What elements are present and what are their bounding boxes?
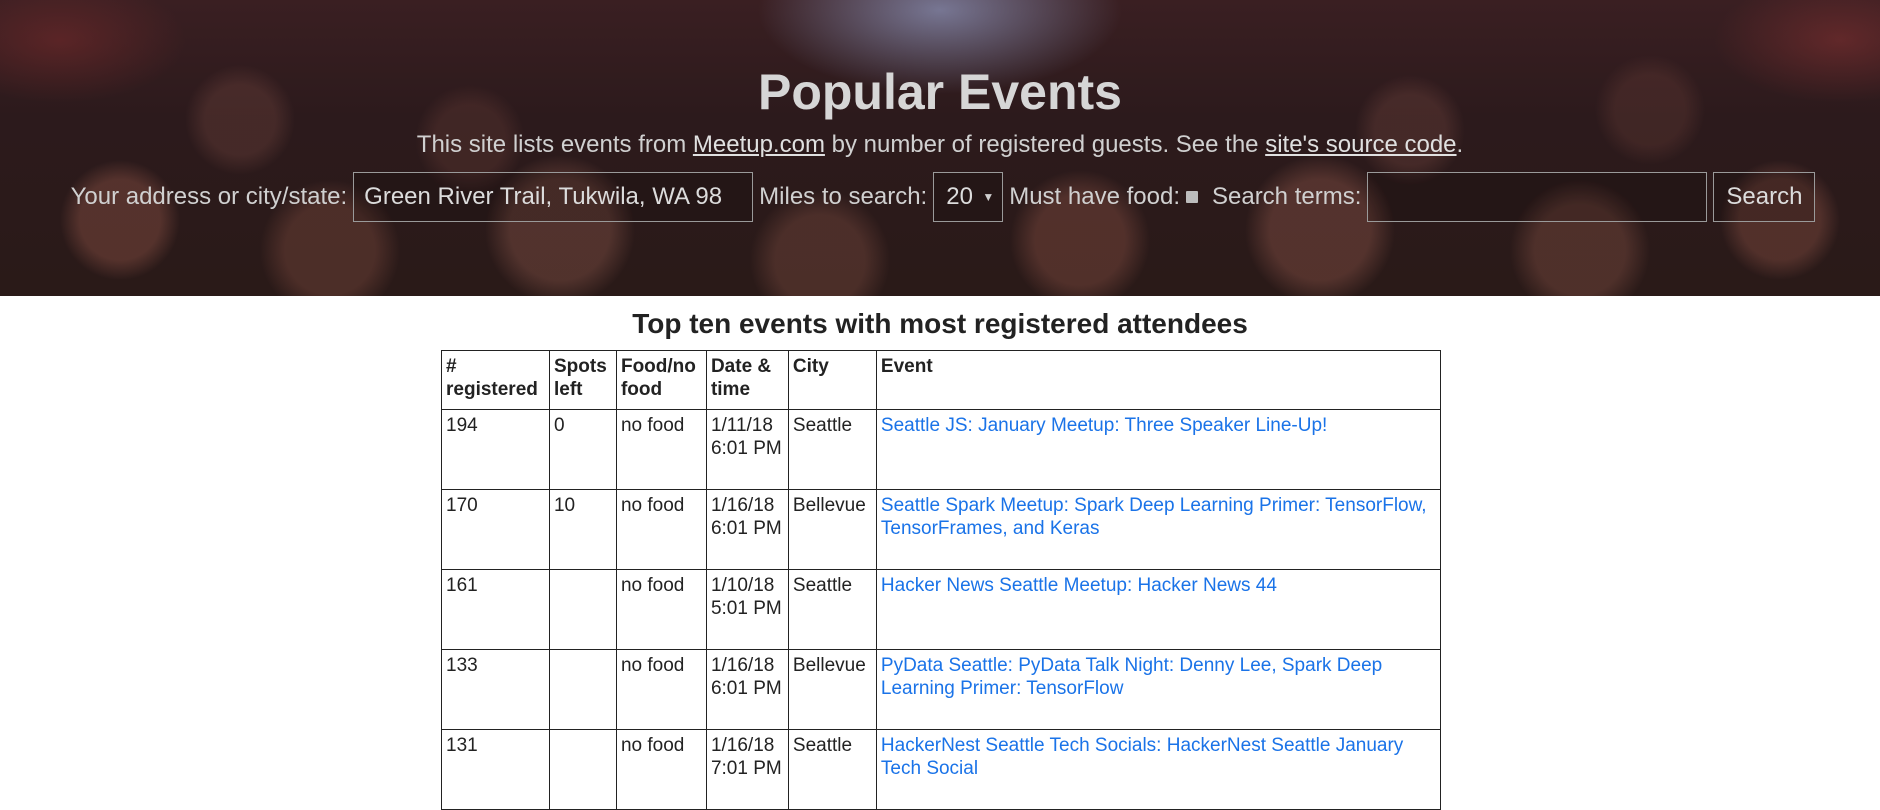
food-cell: no food [615, 569, 707, 650]
column-header: Food/no food [615, 350, 707, 410]
registered-cell: 161 [441, 569, 550, 650]
source-code-link[interactable]: site's source code [1265, 131, 1456, 158]
meetup-link[interactable]: Meetup.com [693, 131, 825, 158]
spots-cell [548, 729, 617, 810]
table-row: 131 no food 1/16/18 7:01 PM Seattle Hack… [441, 729, 1442, 810]
event-cell: PyData Seattle: PyData Talk Night: Denny… [875, 649, 1442, 730]
event-link[interactable]: Hacker News Seattle Meetup: Hacker News … [881, 575, 1277, 596]
table-row: 194 0 no food 1/11/18 6:01 PM Seattle Se… [441, 409, 1442, 490]
date-cell: 1/16/18 6:01 PM [705, 489, 789, 570]
food-cell: no food [615, 649, 707, 730]
event-link[interactable]: Seattle Spark Meetup: Spark Deep Learnin… [881, 495, 1427, 539]
terms-label: Search terms: [1211, 183, 1362, 210]
hero-banner: Popular Events This site lists events fr… [0, 0, 1880, 296]
hero-content: Popular Events This site lists events fr… [0, 0, 1880, 296]
event-link[interactable]: Seattle JS: January Meetup: Three Speake… [881, 415, 1327, 436]
miles-select[interactable]: 20 ▼ [933, 172, 1004, 222]
miles-label: Miles to search: [759, 183, 928, 210]
city-cell: Seattle [787, 409, 877, 490]
event-cell: Seattle Spark Meetup: Spark Deep Learnin… [875, 489, 1442, 570]
table-row: 161 no food 1/10/18 5:01 PM Seattle Hack… [441, 569, 1442, 650]
site-description: This site lists events from Meetup.com b… [0, 130, 1880, 160]
miles-select-value: 20 [946, 183, 973, 210]
city-cell: Bellevue [787, 489, 877, 570]
event-cell: Seattle JS: January Meetup: Three Speake… [875, 409, 1442, 490]
food-cell: no food [615, 729, 707, 810]
spots-cell: 0 [548, 409, 617, 490]
event-link[interactable]: PyData Seattle: PyData Talk Night: Denny… [881, 655, 1382, 699]
address-input[interactable]: Green River Trail, Tukwila, WA 98 [353, 172, 754, 222]
date-cell: 1/16/18 6:01 PM [705, 649, 789, 730]
event-cell: HackerNest Seattle Tech Socials: HackerN… [875, 729, 1442, 810]
city-cell: Bellevue [787, 649, 877, 730]
page-title: Popular Events [758, 64, 1122, 120]
column-header: Event [875, 350, 1442, 410]
column-header: # registered [441, 350, 550, 410]
spots-cell [548, 649, 617, 730]
search-button[interactable]: Search [1713, 172, 1816, 222]
spots-cell [548, 569, 617, 650]
address-label: Your address or city/state: [70, 183, 348, 210]
city-cell: Seattle [787, 569, 877, 650]
column-header: City [787, 350, 877, 410]
table-row: 170 10 no food 1/16/18 6:01 PM Bellevue … [441, 489, 1442, 570]
search-terms-input[interactable] [1367, 172, 1708, 222]
events-table: # registered Spots left Food/no food Dat… [441, 350, 1442, 810]
table-row: 133 no food 1/16/18 6:01 PM Bellevue PyD… [441, 649, 1442, 730]
food-label: Must have food: [1009, 183, 1180, 210]
column-header: Spots left [548, 350, 617, 410]
events-title: Top ten events with most registered atte… [632, 308, 1248, 339]
registered-cell: 131 [441, 729, 550, 810]
spots-cell: 10 [548, 489, 617, 570]
column-header: Date & time [705, 350, 789, 410]
description-prefix: This site lists events from [416, 131, 693, 158]
search-form: Your address or city/state: Green River … [0, 172, 1880, 222]
food-cell: no food [615, 489, 707, 570]
city-cell: Seattle [787, 729, 877, 810]
registered-cell: 170 [441, 489, 550, 570]
date-cell: 1/16/18 7:01 PM [705, 729, 789, 810]
event-link[interactable]: HackerNest Seattle Tech Socials: HackerN… [881, 735, 1403, 779]
food-checkbox[interactable] [1185, 191, 1198, 203]
table-header-row: # registered Spots left Food/no food Dat… [441, 350, 1442, 410]
event-cell: Hacker News Seattle Meetup: Hacker News … [875, 569, 1442, 650]
registered-cell: 194 [441, 409, 550, 490]
main-content: Top ten events with most registered atte… [0, 296, 1880, 810]
chevron-down-icon: ▼ [982, 190, 995, 204]
registered-cell: 133 [441, 649, 550, 730]
food-cell: no food [615, 409, 707, 490]
date-cell: 1/10/18 5:01 PM [705, 569, 789, 650]
description-middle: by number of registered guests. See the [824, 131, 1266, 158]
date-cell: 1/11/18 6:01 PM [705, 409, 789, 490]
description-suffix: . [1456, 131, 1464, 158]
